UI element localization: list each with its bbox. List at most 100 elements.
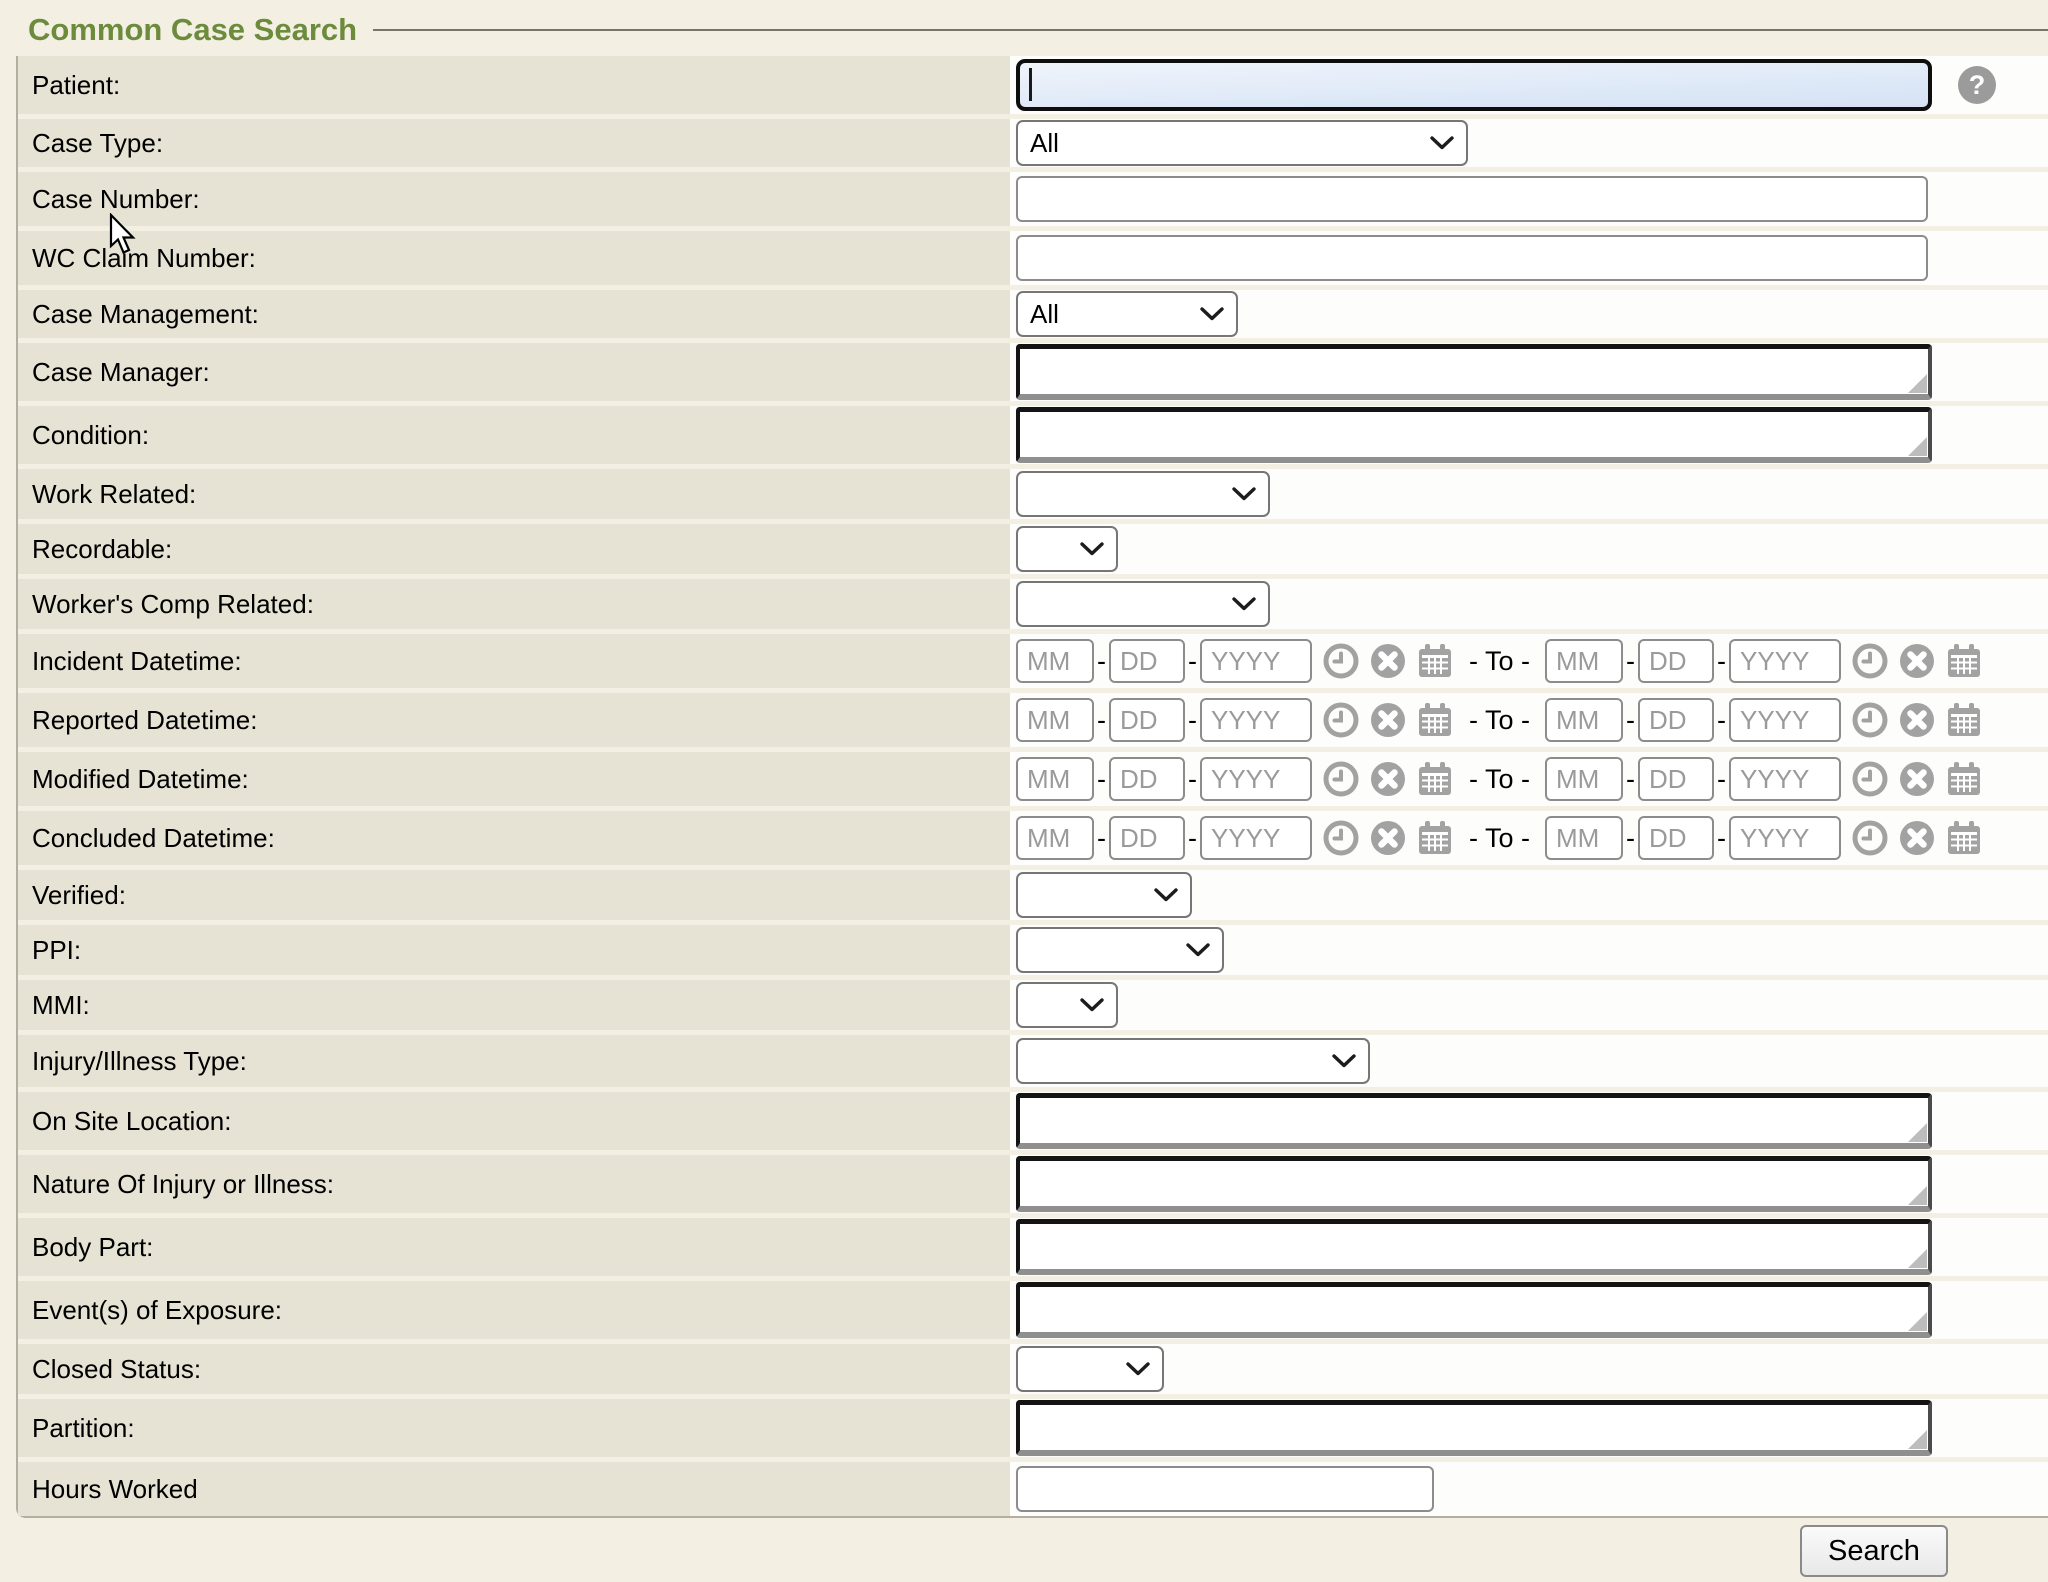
calendar-icon[interactable] <box>1945 642 1983 680</box>
case_management-select[interactable]: All <box>1016 291 1238 337</box>
case_manager-textarea[interactable] <box>1020 349 1928 394</box>
ppi-select[interactable] <box>1016 927 1224 973</box>
nature_of_injury_or_illness-textarea-wrap <box>1016 1156 1932 1212</box>
events_of_exposure-input-cell <box>1010 1281 2048 1339</box>
clear-icon[interactable] <box>1898 642 1936 680</box>
resize-grip-icon[interactable] <box>1908 1249 1927 1268</box>
reported_datetime-to-year-input[interactable] <box>1729 698 1841 742</box>
case_number-label: Case Number: <box>32 184 200 215</box>
time-icon[interactable] <box>1322 760 1360 798</box>
time-icon[interactable] <box>1851 819 1889 857</box>
incident_datetime-to-month-input[interactable] <box>1545 639 1623 683</box>
concluded_datetime-to-date-icons <box>1851 819 1983 857</box>
incident_datetime-from-month-input[interactable] <box>1016 639 1094 683</box>
work_related-select[interactable] <box>1016 471 1270 517</box>
closed_status-select[interactable] <box>1016 1346 1164 1392</box>
case_type-select[interactable]: All <box>1016 120 1468 166</box>
chevron-down-icon <box>1126 1362 1150 1376</box>
incident_datetime-to-day-input[interactable] <box>1638 639 1714 683</box>
time-icon[interactable] <box>1851 760 1889 798</box>
calendar-icon[interactable] <box>1416 701 1454 739</box>
calendar-icon[interactable] <box>1945 819 1983 857</box>
reported_datetime-from-day-input[interactable] <box>1109 698 1185 742</box>
incident_datetime-from-day-input[interactable] <box>1109 639 1185 683</box>
reported_datetime-from-year-input[interactable] <box>1200 698 1312 742</box>
hours_worked-input[interactable] <box>1016 1466 1434 1512</box>
concluded_datetime-to-year-input[interactable] <box>1729 816 1841 860</box>
condition-textarea[interactable] <box>1020 412 1928 457</box>
chevron-down-icon <box>1080 998 1104 1012</box>
incident_datetime-from-year-input[interactable] <box>1200 639 1312 683</box>
modified_datetime-to-month-input[interactable] <box>1545 757 1623 801</box>
verified-select[interactable] <box>1016 872 1192 918</box>
recordable-select[interactable] <box>1016 526 1118 572</box>
date-separator-dash: - <box>1717 646 1726 677</box>
clear-icon[interactable] <box>1369 701 1407 739</box>
resize-grip-icon[interactable] <box>1908 1312 1927 1331</box>
modified_datetime-from-day-input[interactable] <box>1109 757 1185 801</box>
clear-icon[interactable] <box>1369 760 1407 798</box>
partition-textarea[interactable] <box>1020 1405 1928 1450</box>
case_manager-label-cell: Case Manager: <box>18 343 1010 401</box>
resize-grip-icon[interactable] <box>1908 1123 1927 1142</box>
row-incident_datetime: Incident Datetime:--- To --- <box>18 634 2048 688</box>
time-icon[interactable] <box>1851 701 1889 739</box>
concluded_datetime-from-day-input[interactable] <box>1109 816 1185 860</box>
time-icon[interactable] <box>1322 642 1360 680</box>
time-icon[interactable] <box>1322 819 1360 857</box>
on_site_location-textarea[interactable] <box>1020 1098 1928 1143</box>
resize-grip-icon[interactable] <box>1908 1430 1927 1449</box>
calendar-icon[interactable] <box>1945 701 1983 739</box>
concluded_datetime-from-year-input[interactable] <box>1200 816 1312 860</box>
time-icon[interactable] <box>1851 642 1889 680</box>
injury_illness_type-label: Injury/Illness Type: <box>32 1046 247 1077</box>
calendar-icon[interactable] <box>1945 760 1983 798</box>
resize-grip-icon[interactable] <box>1908 374 1927 393</box>
incident_datetime-to-year-input[interactable] <box>1729 639 1841 683</box>
date-separator-dash: - <box>1188 823 1197 854</box>
clear-icon[interactable] <box>1898 760 1936 798</box>
concluded_datetime-to-month-input[interactable] <box>1545 816 1623 860</box>
workers_comp_related-label: Worker's Comp Related: <box>32 589 314 620</box>
clear-icon[interactable] <box>1898 701 1936 739</box>
time-icon[interactable] <box>1322 701 1360 739</box>
clear-icon[interactable] <box>1898 819 1936 857</box>
reported_datetime-to-month-input[interactable] <box>1545 698 1623 742</box>
calendar-icon[interactable] <box>1416 819 1454 857</box>
modified_datetime-from-date-icons <box>1322 760 1454 798</box>
modified_datetime-from-month-input[interactable] <box>1016 757 1094 801</box>
clear-icon[interactable] <box>1369 819 1407 857</box>
injury_illness_type-select[interactable] <box>1016 1038 1370 1084</box>
patient-input[interactable] <box>1020 63 1928 107</box>
wc_claim_number-input[interactable] <box>1016 235 1928 281</box>
mmi-select[interactable] <box>1016 982 1118 1028</box>
modified_datetime-to-day-input[interactable] <box>1638 757 1714 801</box>
resize-grip-icon[interactable] <box>1908 437 1927 456</box>
events_of_exposure-textarea[interactable] <box>1020 1287 1928 1332</box>
wc_claim_number-input-cell <box>1010 231 2048 285</box>
search-button[interactable]: Search <box>1800 1525 1948 1577</box>
help-icon[interactable]: ? <box>1958 66 1996 104</box>
concluded_datetime-to-day-input[interactable] <box>1638 816 1714 860</box>
nature_of_injury_or_illness-textarea[interactable] <box>1020 1161 1928 1206</box>
calendar-icon[interactable] <box>1416 642 1454 680</box>
date-separator-dash: - <box>1188 646 1197 677</box>
resize-grip-icon[interactable] <box>1908 1186 1927 1205</box>
workers_comp_related-select[interactable] <box>1016 581 1270 627</box>
modified_datetime-from-year-input[interactable] <box>1200 757 1312 801</box>
concluded_datetime-from-month-input[interactable] <box>1016 816 1094 860</box>
date-range-to-separator: - To - <box>1469 823 1530 854</box>
condition-label: Condition: <box>32 420 149 451</box>
reported_datetime-from-month-input[interactable] <box>1016 698 1094 742</box>
date-range-to-separator: - To - <box>1469 646 1530 677</box>
search-form: Patient:?Case Type:AllCase Number:WC Cla… <box>16 56 2048 1518</box>
calendar-icon[interactable] <box>1416 760 1454 798</box>
case_number-input[interactable] <box>1016 176 1928 222</box>
row-injury_illness_type: Injury/Illness Type: <box>18 1035 2048 1087</box>
reported_datetime-to-day-input[interactable] <box>1638 698 1714 742</box>
work_related-input-cell <box>1010 469 2048 519</box>
modified_datetime-to-year-input[interactable] <box>1729 757 1841 801</box>
body_part-textarea[interactable] <box>1020 1224 1928 1269</box>
clear-icon[interactable] <box>1369 642 1407 680</box>
chevron-down-icon <box>1430 136 1454 150</box>
